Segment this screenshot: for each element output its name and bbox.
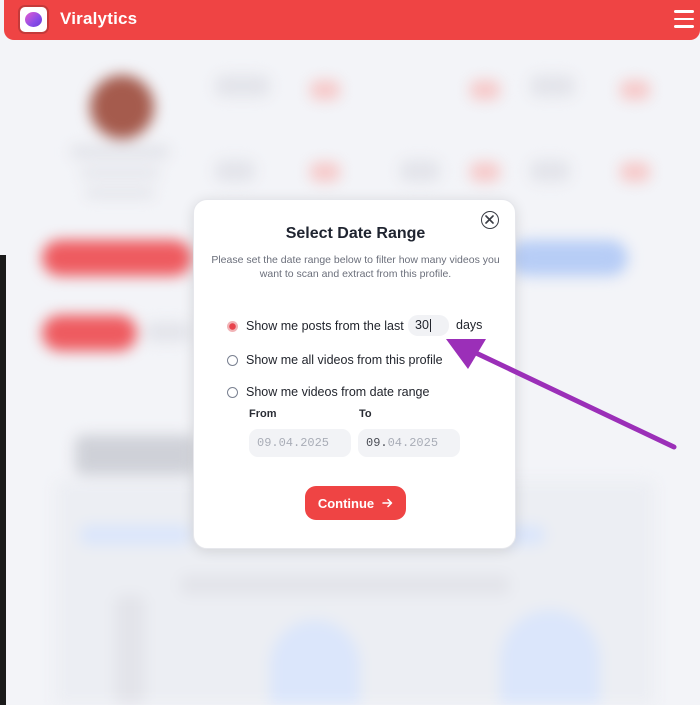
to-date-input[interactable]: 09.04.2025 [358,429,460,457]
option-all-videos[interactable]: Show me all videos from this profile [227,351,443,369]
menu-icon[interactable] [674,10,694,28]
arrow-right-icon [382,496,393,511]
option-date-range[interactable]: Show me videos from date range [227,383,429,401]
from-date-input[interactable]: 09.04.2025 [249,429,351,457]
from-label: From [249,408,277,420]
to-label: To [359,408,372,420]
app-name: Viralytics [60,9,138,28]
radio-icon[interactable] [227,386,238,398]
option-last-days-label: Show me posts from the last [246,319,404,333]
days-label: days [456,318,483,332]
option-last-days[interactable]: Show me posts from the last [227,317,404,335]
profile-avatar [90,75,154,139]
window-edge [0,255,6,705]
app-logo-icon[interactable] [18,5,49,34]
radio-icon[interactable] [227,354,238,366]
option-date-range-label: Show me videos from date range [246,385,430,399]
days-input[interactable]: 30 [408,315,449,336]
modal-description: Please set the date range below to filte… [211,254,500,280]
option-all-videos-label: Show me all videos from this profile [246,353,443,367]
app-header: Viralytics [4,0,700,40]
continue-label: Continue [317,495,375,511]
continue-button[interactable]: Continue [305,486,406,520]
date-range-modal: Select Date Range Please set the date ra… [193,199,516,549]
modal-title: Select Date Range [285,225,426,242]
radio-selected-icon[interactable] [227,320,238,332]
